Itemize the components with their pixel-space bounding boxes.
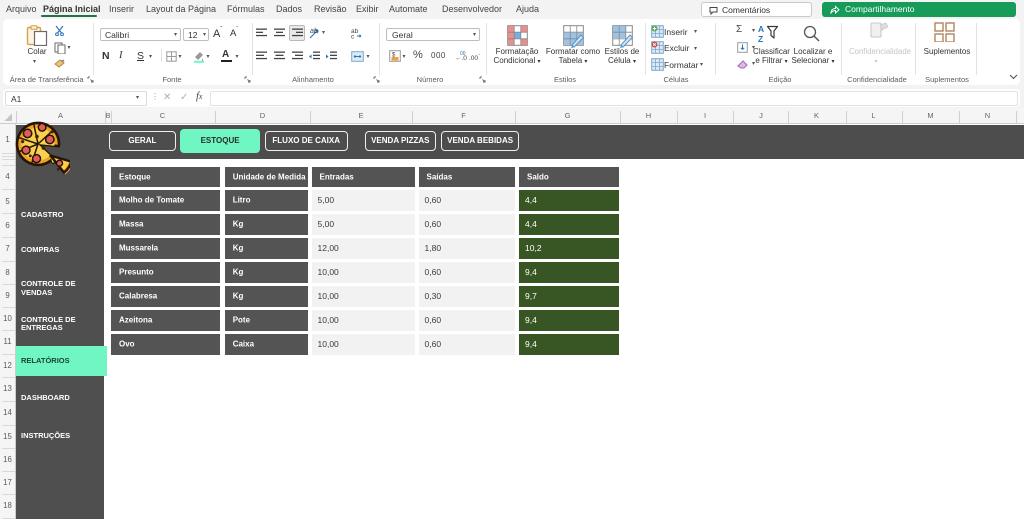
svg-text:A: A xyxy=(758,24,764,34)
svg-text:ab: ab xyxy=(310,28,318,35)
svg-text:00: 00 xyxy=(460,51,466,57)
svg-text:→: → xyxy=(476,51,481,57)
svg-text:Z: Z xyxy=(758,34,763,43)
